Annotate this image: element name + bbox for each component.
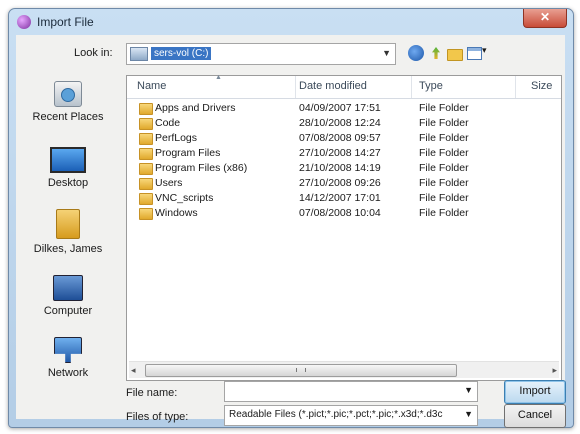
file-row[interactable]: VNC_scripts 14/12/2007 17:01 File Folder (127, 191, 561, 206)
place-network[interactable]: Network (20, 337, 116, 379)
folder-icon (139, 118, 153, 130)
file-type-label: Files of type: (126, 411, 189, 423)
file-row[interactable]: Code 28/10/2008 12:24 File Folder (127, 116, 561, 131)
computer-icon (53, 275, 83, 301)
folder-icon (139, 163, 153, 175)
file-date: 27/10/2008 14:27 (299, 147, 381, 159)
file-row[interactable]: Users 27/10/2008 09:26 File Folder (127, 176, 561, 191)
import-file-dialog: Import File ✕ Look in: sers-vol (C:) ▼ R… (8, 8, 574, 428)
places-bar: Recent Places Desktop Dilkes, James Comp… (20, 75, 116, 397)
file-row[interactable]: Program Files 27/10/2008 14:27 File Fold… (127, 146, 561, 161)
title-bar[interactable]: Import File ✕ (9, 9, 573, 35)
place-label: Network (47, 367, 89, 379)
file-date: 14/12/2007 17:01 (299, 192, 381, 204)
file-type: File Folder (419, 177, 469, 189)
place-label: Desktop (47, 177, 89, 189)
file-type: File Folder (419, 192, 469, 204)
file-name: Code (155, 117, 181, 129)
file-date: 27/10/2008 09:26 (299, 177, 381, 189)
desktop-icon (50, 147, 86, 173)
place-computer[interactable]: Computer (20, 275, 116, 317)
file-type: File Folder (419, 147, 469, 159)
app-icon (17, 15, 31, 29)
file-date: 07/08/2008 10:04 (299, 207, 381, 219)
file-name: Program Files (155, 147, 221, 159)
scrollbar-thumb[interactable] (145, 364, 457, 377)
file-type: File Folder (419, 132, 469, 144)
file-type: File Folder (419, 102, 469, 114)
file-type: File Folder (419, 162, 469, 174)
column-header-date[interactable]: Date modified (299, 80, 367, 92)
place-label: Dilkes, James (33, 243, 103, 255)
place-user-folder[interactable]: Dilkes, James (20, 209, 116, 255)
file-name: Users (155, 177, 183, 189)
folder-icon (139, 208, 153, 220)
folder-icon (139, 178, 153, 190)
recent-places-icon (54, 81, 82, 107)
place-label: Computer (43, 305, 93, 317)
column-header-type[interactable]: Type (419, 80, 443, 92)
scroll-right-icon[interactable]: ▸ (552, 365, 557, 376)
folder-icon (139, 193, 153, 205)
import-button[interactable]: Import (504, 380, 566, 404)
file-type-select[interactable]: Readable Files (*.pict;*.pic;*.pct;*.pic… (224, 405, 478, 426)
dropdown-arrow-icon[interactable]: ▼ (464, 409, 473, 419)
look-in-value: sers-vol (C:) (151, 47, 212, 60)
views-menu-icon[interactable] (466, 45, 490, 61)
dropdown-arrow-icon[interactable]: ▼ (382, 48, 391, 58)
place-recent-places[interactable]: Recent Places (20, 81, 116, 123)
close-button[interactable]: ✕ (523, 9, 567, 28)
sort-ascending-icon: ▲ (215, 74, 222, 81)
column-header-size[interactable]: Size (531, 80, 552, 92)
look-in-label: Look in: (74, 47, 113, 59)
back-icon[interactable] (408, 45, 424, 61)
horizontal-scrollbar[interactable]: ◂ ▸ (129, 361, 559, 378)
file-type: File Folder (419, 117, 469, 129)
column-header-name[interactable]: Name (137, 80, 166, 92)
file-list[interactable]: ▲ Name Date modified Type Size Apps and … (126, 74, 562, 381)
file-type-value: Readable Files (*.pict;*.pic;*.pct;*.pic… (229, 409, 443, 420)
file-name: Apps and Drivers (155, 102, 236, 114)
file-row[interactable]: Program Files (x86) 21/10/2008 14:19 Fil… (127, 161, 561, 176)
column-divider[interactable] (295, 76, 296, 98)
file-row[interactable]: Windows 07/08/2008 10:04 File Folder (127, 206, 561, 221)
file-date: 21/10/2008 14:19 (299, 162, 381, 174)
file-row[interactable]: Apps and Drivers 04/09/2007 17:51 File F… (127, 101, 561, 116)
look-in-dropdown[interactable]: sers-vol (C:) ▼ (126, 43, 396, 65)
network-icon (54, 337, 82, 363)
cancel-button[interactable]: Cancel (504, 404, 566, 428)
file-name: VNC_scripts (155, 192, 214, 204)
place-label: Recent Places (32, 111, 104, 123)
file-type: File Folder (419, 207, 469, 219)
window-title: Import File (37, 15, 94, 29)
user-folder-icon (56, 209, 80, 239)
file-name-label: File name: (126, 387, 178, 399)
folder-icon (139, 133, 153, 145)
file-name-input[interactable]: ▼ (224, 381, 478, 402)
place-desktop[interactable]: Desktop (20, 147, 116, 189)
scroll-left-icon[interactable]: ◂ (131, 365, 136, 376)
dropdown-arrow-icon[interactable]: ▼ (464, 385, 473, 395)
folder-icon (139, 103, 153, 115)
column-divider[interactable] (411, 76, 412, 98)
dialog-body: Look in: sers-vol (C:) ▼ Recent Places D… (16, 35, 566, 428)
file-date: 04/09/2007 17:51 (299, 102, 381, 114)
file-date: 07/08/2008 09:57 (299, 132, 381, 144)
column-header-row: ▲ Name Date modified Type Size (127, 74, 561, 99)
local-disk-icon (130, 47, 148, 61)
file-row[interactable]: PerfLogs 07/08/2008 09:57 File Folder (127, 131, 561, 146)
folder-icon (139, 148, 153, 160)
new-folder-icon[interactable] (446, 45, 463, 61)
column-divider[interactable] (515, 76, 516, 98)
up-folder-icon[interactable] (428, 45, 444, 61)
file-date: 28/10/2008 12:24 (299, 117, 381, 129)
file-name: PerfLogs (155, 132, 198, 144)
file-name: Windows (155, 207, 198, 219)
file-name: Program Files (x86) (155, 162, 248, 174)
